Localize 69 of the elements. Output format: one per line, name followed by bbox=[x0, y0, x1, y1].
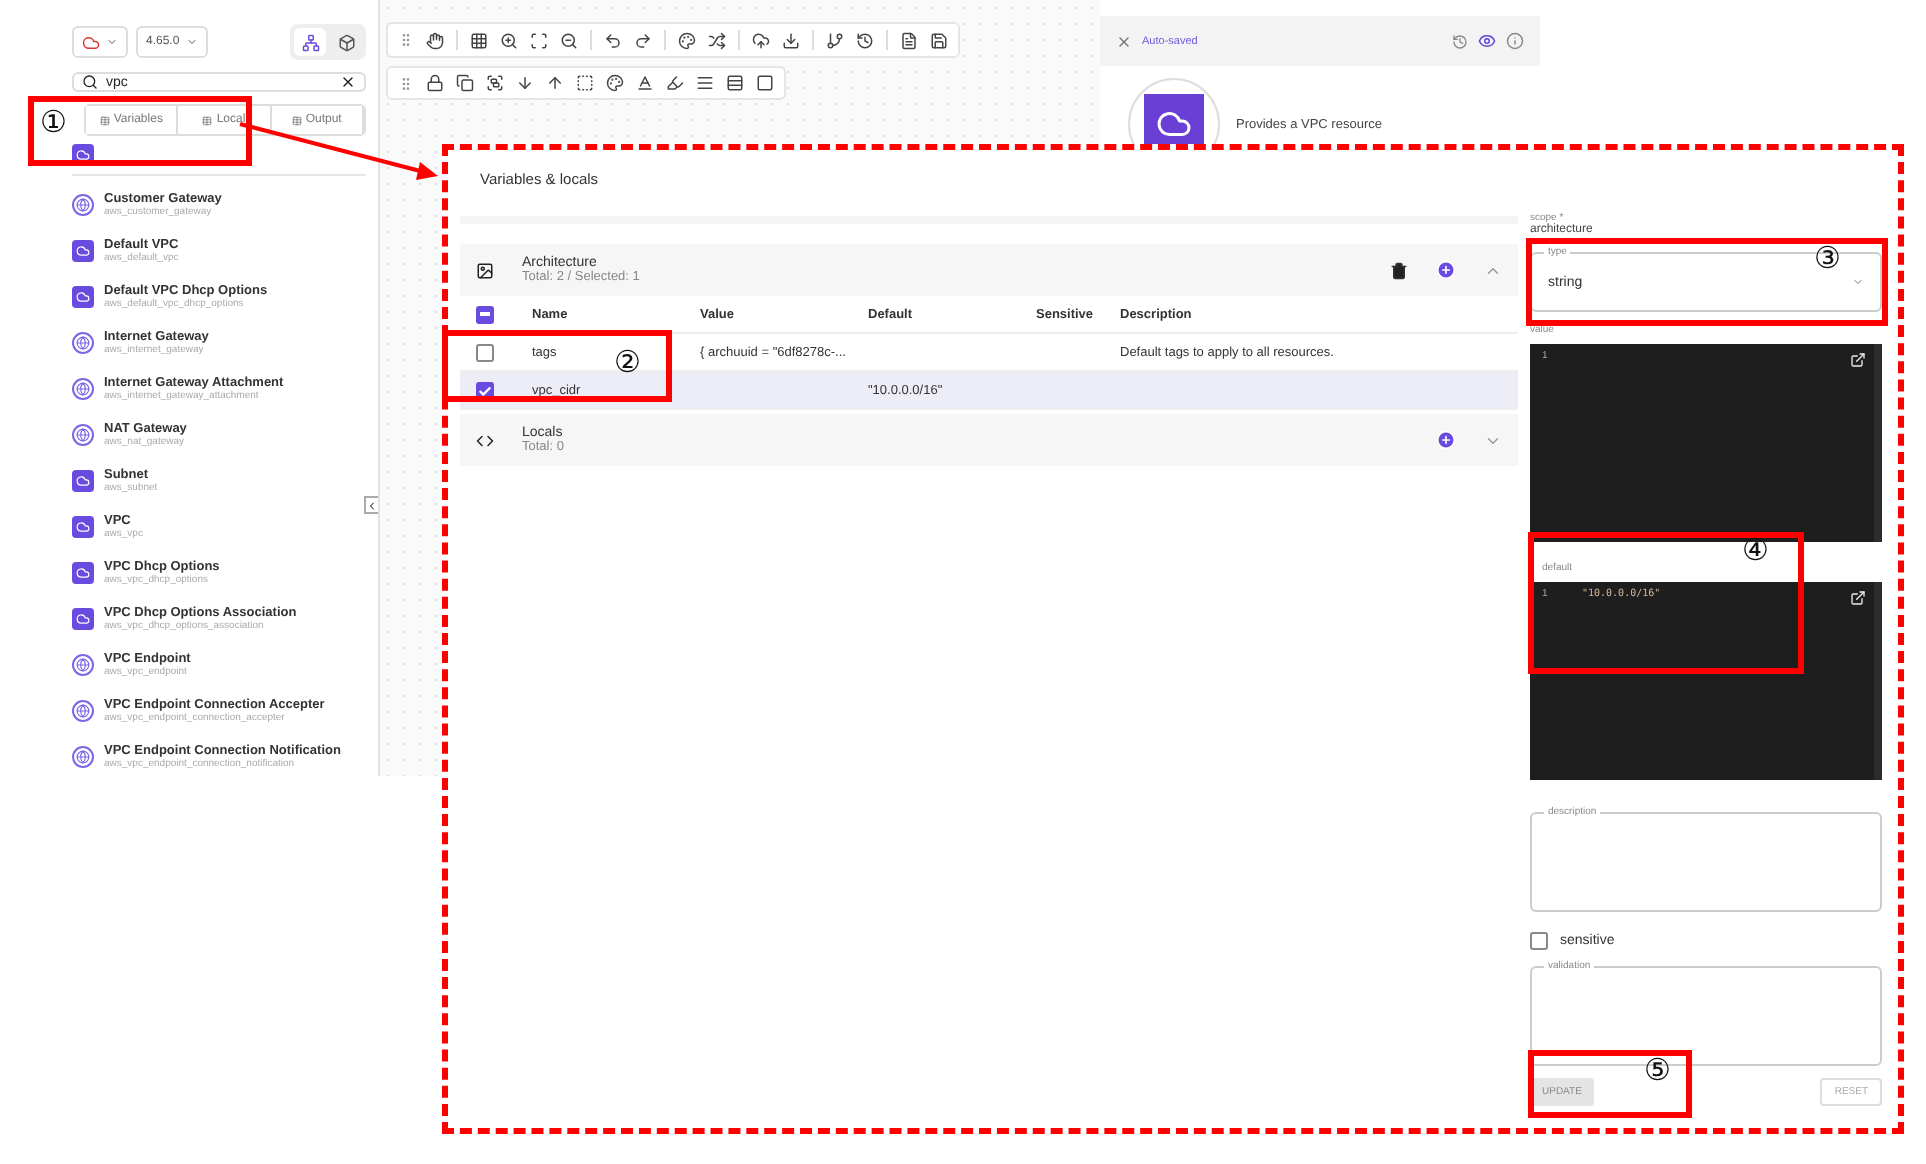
add-button[interactable] bbox=[1436, 260, 1456, 280]
network-icon bbox=[301, 33, 319, 51]
cloud-icon bbox=[82, 33, 100, 51]
checkbox[interactable] bbox=[476, 343, 494, 361]
document-icon[interactable] bbox=[900, 31, 918, 49]
eye-icon[interactable] bbox=[1478, 32, 1496, 50]
expand-icon[interactable] bbox=[1850, 590, 1866, 606]
caret-icon bbox=[106, 36, 118, 48]
text-color-icon[interactable] bbox=[636, 74, 654, 92]
provider-select[interactable] bbox=[72, 26, 128, 58]
history-icon[interactable] bbox=[856, 31, 874, 49]
download-icon[interactable] bbox=[782, 31, 800, 49]
info-icon[interactable] bbox=[1506, 32, 1524, 50]
grip-icon bbox=[398, 32, 414, 48]
fit-view-icon[interactable] bbox=[530, 31, 548, 49]
cloud-upload-icon[interactable] bbox=[752, 31, 770, 49]
shuffle-icon[interactable] bbox=[708, 31, 726, 49]
network-mode-button[interactable] bbox=[294, 28, 326, 56]
close-icon[interactable] bbox=[340, 74, 356, 90]
cloud-icon bbox=[72, 470, 94, 492]
globe-icon bbox=[72, 194, 94, 216]
cloud-icon bbox=[72, 516, 94, 538]
callout-number: ④ bbox=[1742, 536, 1769, 566]
callout-number: ① bbox=[40, 108, 67, 138]
grid-icon[interactable] bbox=[470, 31, 488, 49]
globe-icon bbox=[72, 746, 94, 768]
image-icon bbox=[476, 261, 494, 279]
copy-icon[interactable] bbox=[456, 74, 474, 92]
expand-icon[interactable] bbox=[1850, 352, 1866, 368]
hand-icon[interactable] bbox=[426, 31, 444, 49]
caret-icon bbox=[185, 36, 198, 48]
redo-icon[interactable] bbox=[634, 31, 652, 49]
save-icon[interactable] bbox=[930, 31, 948, 49]
code-icon bbox=[476, 431, 494, 449]
square-icon[interactable] bbox=[756, 74, 774, 92]
arrow-up-icon[interactable] bbox=[546, 74, 564, 92]
branch-icon[interactable] bbox=[826, 31, 844, 49]
search-icon bbox=[82, 74, 98, 90]
cube-icon bbox=[337, 33, 355, 51]
lock-icon[interactable] bbox=[426, 74, 444, 92]
globe-icon bbox=[72, 424, 94, 446]
grip-icon bbox=[398, 75, 414, 91]
arrow-down-icon[interactable] bbox=[516, 74, 534, 92]
highlighter-icon[interactable] bbox=[666, 74, 684, 92]
checkbox[interactable] bbox=[476, 305, 494, 323]
add-button[interactable] bbox=[1436, 430, 1456, 450]
cloud-icon bbox=[72, 608, 94, 630]
line-icon[interactable] bbox=[696, 74, 714, 92]
globe-icon bbox=[72, 700, 94, 722]
cloud-icon bbox=[72, 240, 94, 262]
palette-icon[interactable] bbox=[678, 31, 696, 49]
cloud-icon bbox=[72, 286, 94, 308]
palette-icon[interactable] bbox=[606, 74, 624, 92]
undo-icon[interactable] bbox=[604, 31, 622, 49]
table-icon bbox=[291, 115, 302, 125]
table-icon bbox=[99, 115, 110, 125]
checkbox[interactable] bbox=[1530, 932, 1548, 950]
zoom-out-icon[interactable] bbox=[560, 31, 578, 49]
caret-icon bbox=[1852, 276, 1864, 288]
zoom-in-icon[interactable] bbox=[500, 31, 518, 49]
table-icon bbox=[202, 115, 213, 125]
globe-icon bbox=[72, 378, 94, 400]
globe-icon bbox=[72, 332, 94, 354]
collapse-button[interactable] bbox=[364, 496, 378, 514]
delete-button[interactable] bbox=[1390, 261, 1408, 279]
group-icon[interactable] bbox=[486, 74, 504, 92]
callout-number: ② bbox=[614, 348, 641, 378]
cloud-icon bbox=[72, 562, 94, 584]
globe-icon bbox=[72, 654, 94, 676]
